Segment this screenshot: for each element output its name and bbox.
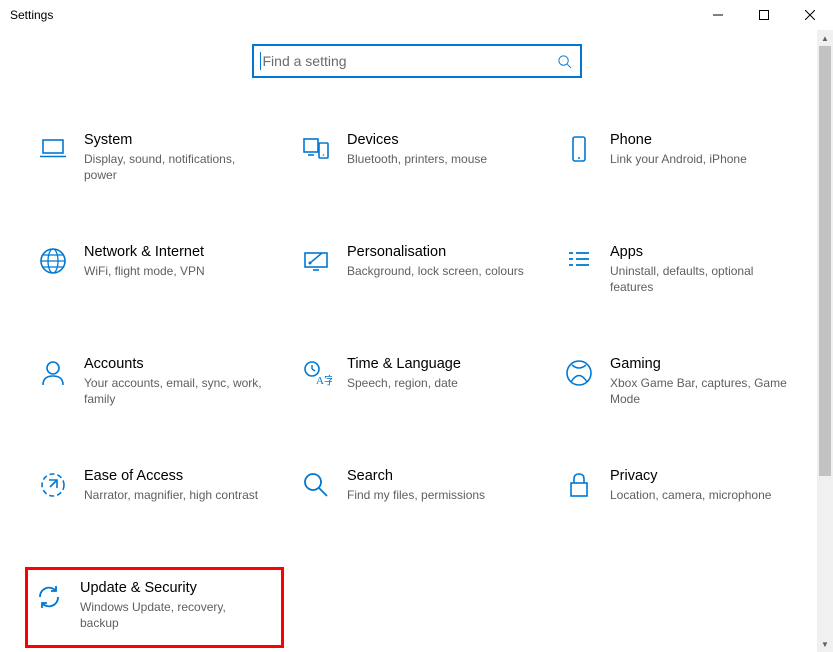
tile-title: System — [84, 132, 264, 148]
vertical-scrollbar[interactable]: ▲ ▼ — [817, 30, 833, 652]
tile-title: Time & Language — [347, 356, 461, 372]
tile-desc: Narrator, magnifier, high contrast — [84, 487, 258, 503]
sync-icon — [32, 580, 66, 614]
tile-desc: WiFi, flight mode, VPN — [84, 263, 205, 279]
tile-title: Search — [347, 468, 485, 484]
content-area: System Display, sound, notifications, po… — [0, 30, 833, 641]
apps-icon — [562, 244, 596, 278]
close-button[interactable] — [787, 0, 833, 30]
tile-title: Apps — [610, 244, 790, 260]
tile-desc: Xbox Game Bar, captures, Game Mode — [610, 375, 790, 407]
tile-update-security[interactable]: Update & Security Windows Update, recove… — [25, 567, 284, 648]
window-title: Settings — [10, 8, 53, 22]
scroll-down-arrow[interactable]: ▼ — [817, 636, 833, 652]
devices-icon — [299, 132, 333, 166]
tile-ease-of-access[interactable]: Ease of Access Narrator, magnifier, high… — [32, 462, 277, 534]
paint-icon — [299, 244, 333, 278]
tile-personalisation[interactable]: Personalisation Background, lock screen,… — [295, 238, 540, 310]
text-caret — [260, 52, 261, 70]
magnifier-icon — [299, 468, 333, 502]
tile-desc: Uninstall, defaults, optional features — [610, 263, 790, 295]
scroll-up-arrow[interactable]: ▲ — [817, 30, 833, 46]
window-controls — [695, 0, 833, 30]
tile-title: Personalisation — [347, 244, 524, 260]
tile-title: Update & Security — [80, 580, 260, 596]
search-container — [30, 44, 803, 78]
tile-network[interactable]: Network & Internet WiFi, flight mode, VP… — [32, 238, 277, 310]
tile-accounts[interactable]: Accounts Your accounts, email, sync, wor… — [32, 350, 277, 422]
minimize-button[interactable] — [695, 0, 741, 30]
tile-desc: Link your Android, iPhone — [610, 151, 747, 167]
tile-title: Network & Internet — [84, 244, 205, 260]
tile-title: Gaming — [610, 356, 790, 372]
tile-time-language[interactable]: A字 Time & Language Speech, region, date — [295, 350, 540, 422]
phone-icon — [562, 132, 596, 166]
tile-privacy[interactable]: Privacy Location, camera, microphone — [558, 462, 803, 534]
tile-search[interactable]: Search Find my files, permissions — [295, 462, 540, 534]
tile-gaming[interactable]: Gaming Xbox Game Bar, captures, Game Mod… — [558, 350, 803, 422]
tile-title: Privacy — [610, 468, 771, 484]
tile-system[interactable]: System Display, sound, notifications, po… — [32, 126, 277, 198]
tile-desc: Find my files, permissions — [347, 487, 485, 503]
tile-desc: Speech, region, date — [347, 375, 461, 391]
titlebar: Settings — [0, 0, 833, 30]
ease-of-access-icon — [36, 468, 70, 502]
search-box[interactable] — [252, 44, 582, 78]
tile-desc: Background, lock screen, colours — [347, 263, 524, 279]
svg-text:A字: A字 — [316, 373, 332, 387]
lock-icon — [562, 468, 596, 502]
laptop-icon — [36, 132, 70, 166]
scrollbar-thumb[interactable] — [819, 46, 831, 476]
tile-desc: Windows Update, recovery, backup — [80, 599, 260, 631]
xbox-icon — [562, 356, 596, 390]
tile-phone[interactable]: Phone Link your Android, iPhone — [558, 126, 803, 198]
tile-devices[interactable]: Devices Bluetooth, printers, mouse — [295, 126, 540, 198]
time-language-icon: A字 — [299, 356, 333, 390]
tile-title: Accounts — [84, 356, 264, 372]
tile-desc: Bluetooth, printers, mouse — [347, 151, 487, 167]
tile-desc: Display, sound, notifications, power — [84, 151, 264, 183]
tile-title: Ease of Access — [84, 468, 258, 484]
tile-apps[interactable]: Apps Uninstall, defaults, optional featu… — [558, 238, 803, 310]
maximize-button[interactable] — [741, 0, 787, 30]
globe-icon — [36, 244, 70, 278]
search-input[interactable] — [263, 53, 557, 69]
settings-grid: System Display, sound, notifications, po… — [30, 126, 803, 641]
tile-title: Devices — [347, 132, 487, 148]
tile-desc: Location, camera, microphone — [610, 487, 771, 503]
tile-title: Phone — [610, 132, 747, 148]
person-icon — [36, 356, 70, 390]
search-icon — [557, 54, 572, 69]
tile-desc: Your accounts, email, sync, work, family — [84, 375, 264, 407]
